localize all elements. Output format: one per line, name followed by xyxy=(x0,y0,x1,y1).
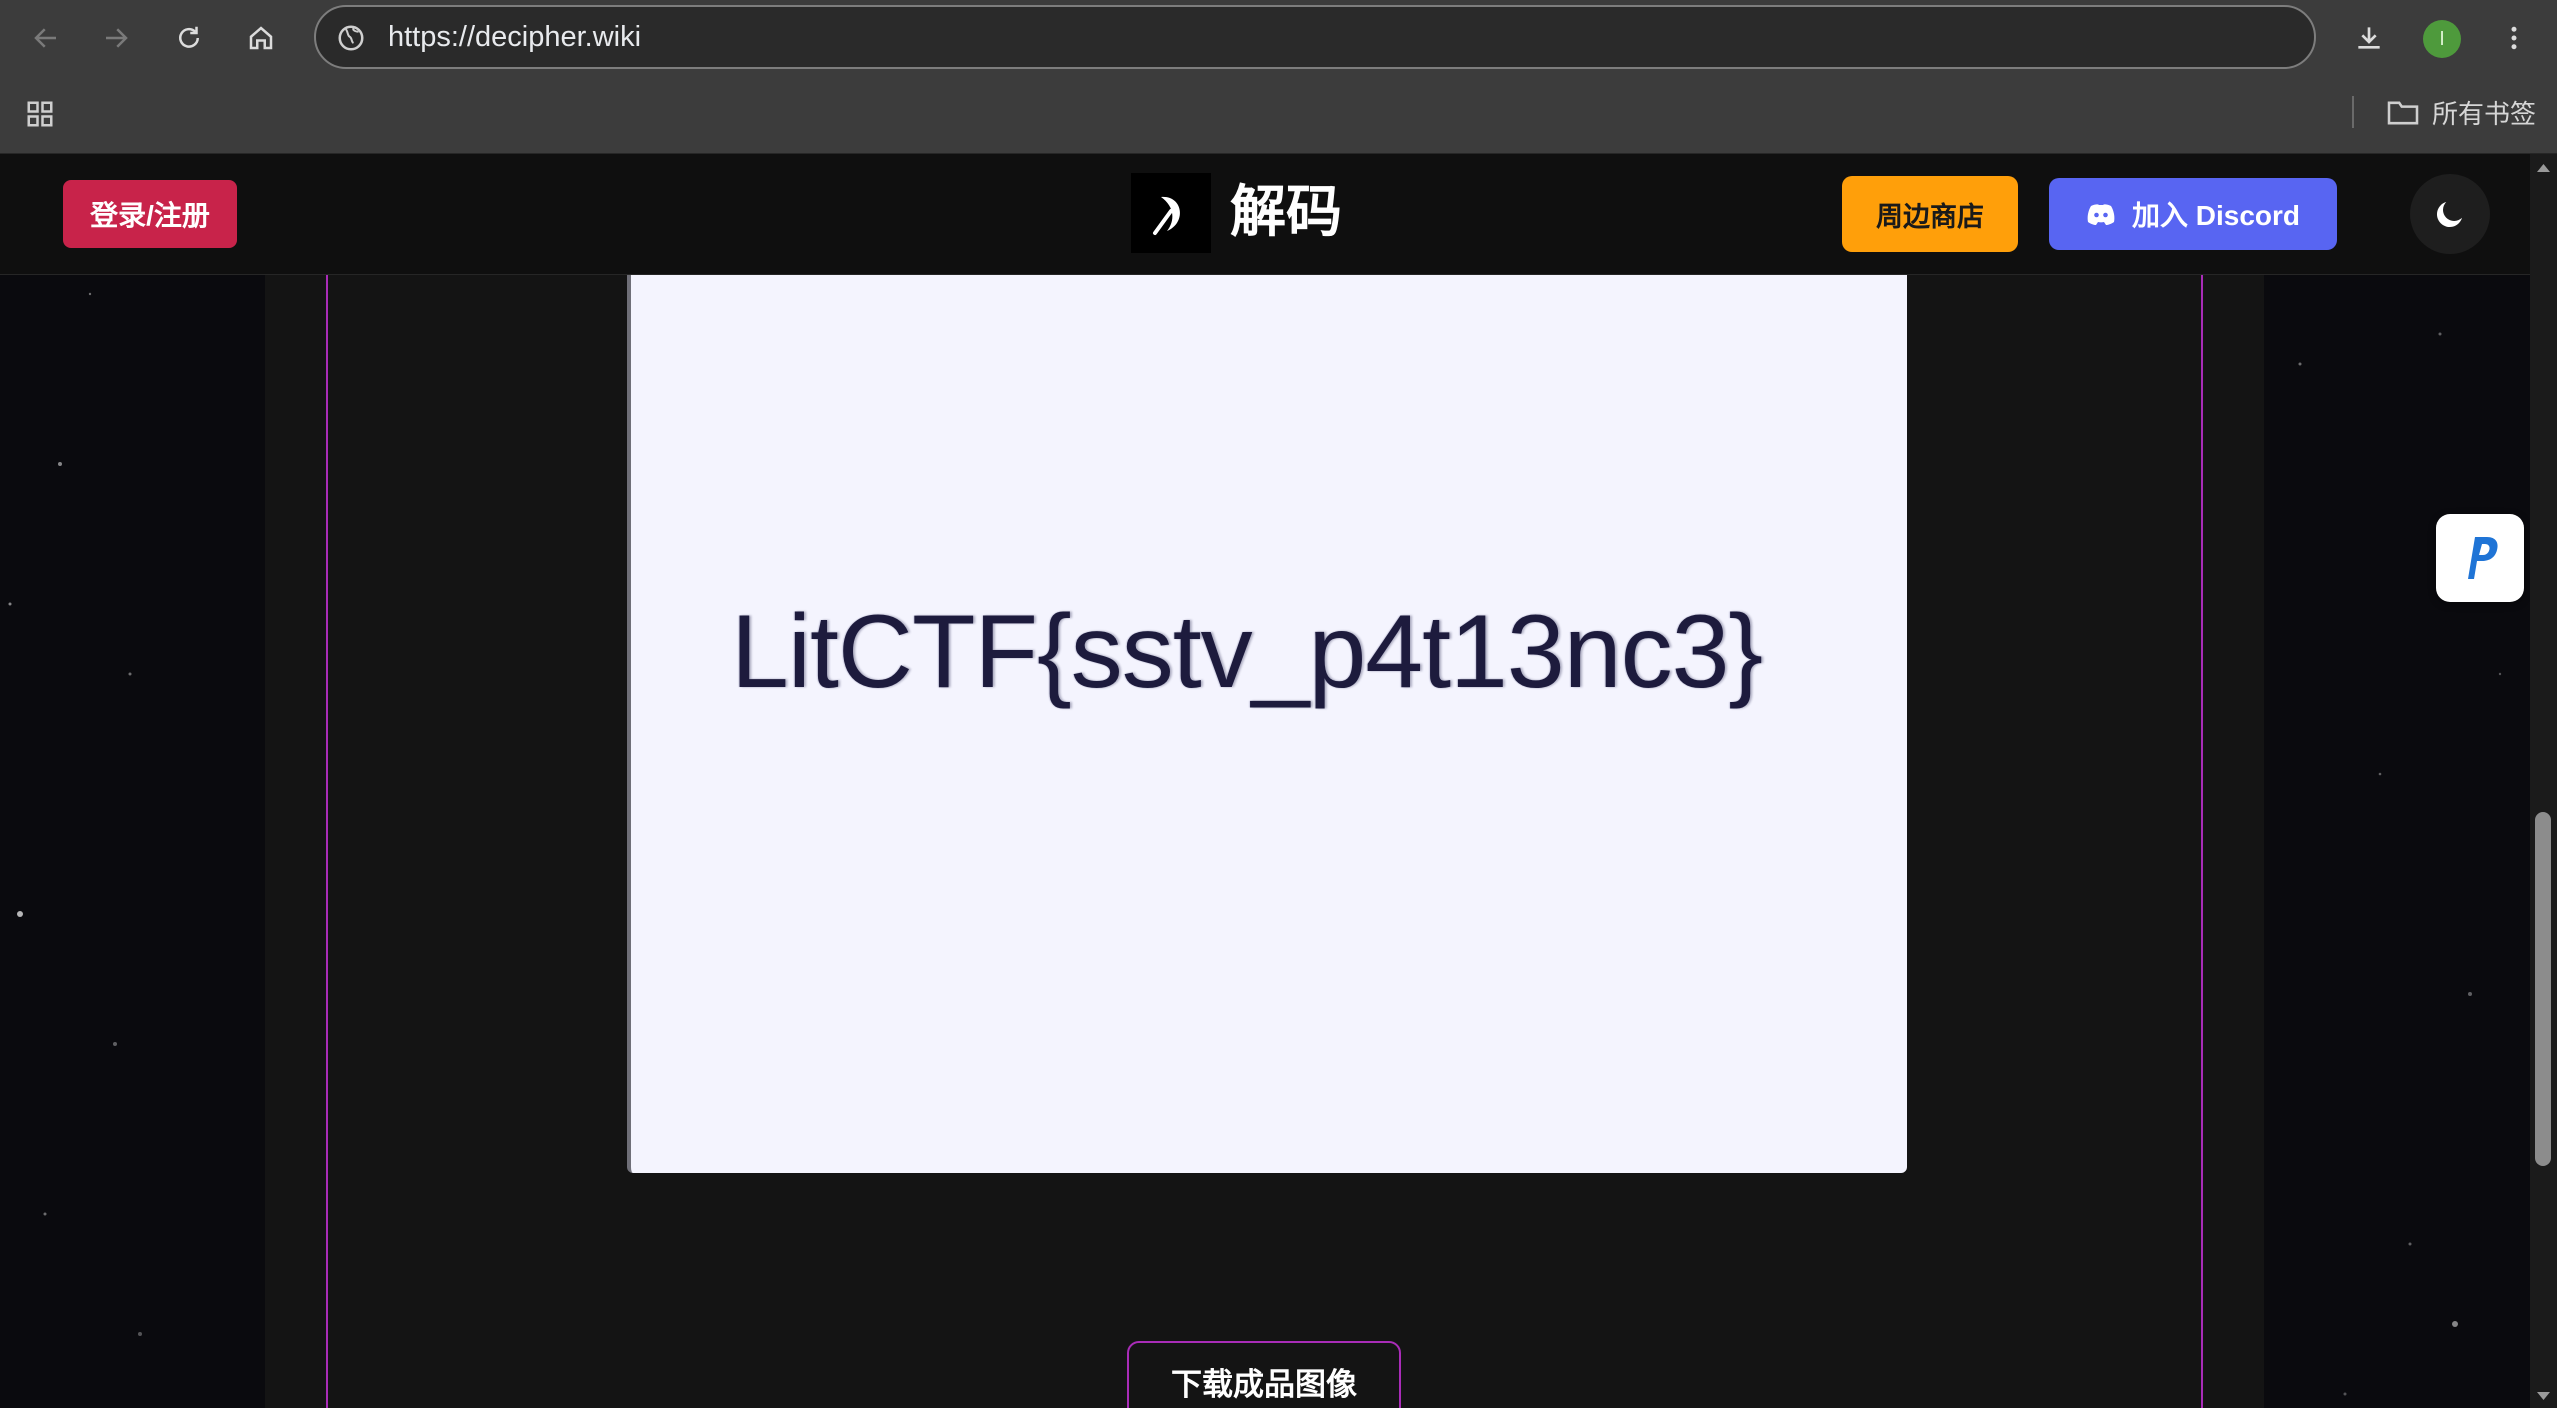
site-logo[interactable] xyxy=(1131,173,1211,253)
arrow-right-icon xyxy=(106,28,128,48)
reload-button[interactable] xyxy=(165,14,213,62)
forward-button[interactable] xyxy=(92,14,140,62)
browser-toolbar: https://decipher.wiki I xyxy=(0,0,2557,76)
scrollbar-thumb[interactable] xyxy=(2535,812,2551,1166)
more-vertical-icon xyxy=(2511,26,2517,50)
reload-icon xyxy=(179,26,199,48)
url-text: https://decipher.wiki xyxy=(388,21,642,53)
address-bar[interactable]: https://decipher.wiki xyxy=(314,5,2316,69)
folder-icon xyxy=(2387,101,2419,124)
paypal-donate-button[interactable] xyxy=(2436,514,2524,602)
scroll-down-icon[interactable] xyxy=(2530,1386,2557,1406)
apps-button[interactable] xyxy=(16,90,64,138)
page-viewport: LitCTF{sstv_p4t13nc3} 下载成品图像 登录/注册 解码 周边… xyxy=(0,154,2530,1408)
login-register-button[interactable]: 登录/注册 xyxy=(63,180,237,248)
logo-d-icon xyxy=(1153,196,1180,235)
paypal-icon xyxy=(2468,537,2498,579)
all-bookmarks-button[interactable]: 所有书签 xyxy=(2386,94,2536,131)
home-button[interactable] xyxy=(237,14,285,62)
downloads-button[interactable] xyxy=(2345,14,2393,62)
bookmarks-bar: 所有书签 xyxy=(0,76,2557,154)
download-image-button[interactable]: 下载成品图像 xyxy=(1127,1341,1401,1408)
globe-icon xyxy=(338,25,364,51)
theme-toggle-button[interactable] xyxy=(2410,174,2490,254)
site-header: 登录/注册 解码 周边商店 加入 Discord xyxy=(0,154,2530,275)
join-discord-button[interactable]: 加入 Discord xyxy=(2049,178,2337,250)
browser-menu-button[interactable] xyxy=(2490,14,2538,62)
page-scrollbar[interactable] xyxy=(2530,154,2557,1408)
apps-grid-icon xyxy=(27,101,53,127)
site-title: 解码 xyxy=(1230,180,1342,243)
scroll-up-icon[interactable] xyxy=(2530,158,2557,178)
arrow-left-icon xyxy=(34,28,56,48)
home-icon xyxy=(249,26,273,50)
decoded-image-text: LitCTF{sstv_p4t13nc3} xyxy=(731,594,1763,710)
download-icon xyxy=(2358,27,2380,49)
all-bookmarks-label: 所有书签 xyxy=(2432,99,2537,129)
profile-avatar[interactable]: I xyxy=(2423,20,2461,58)
join-discord-label: 加入 Discord xyxy=(2131,200,2301,231)
decoded-image: LitCTF{sstv_p4t13nc3} xyxy=(627,157,1907,1173)
bookmarks-separator xyxy=(2352,96,2354,128)
moon-icon xyxy=(2436,202,2462,228)
discord-icon xyxy=(2087,204,2115,225)
merch-shop-button[interactable]: 周边商店 xyxy=(1842,176,2018,252)
back-button[interactable] xyxy=(22,14,70,62)
